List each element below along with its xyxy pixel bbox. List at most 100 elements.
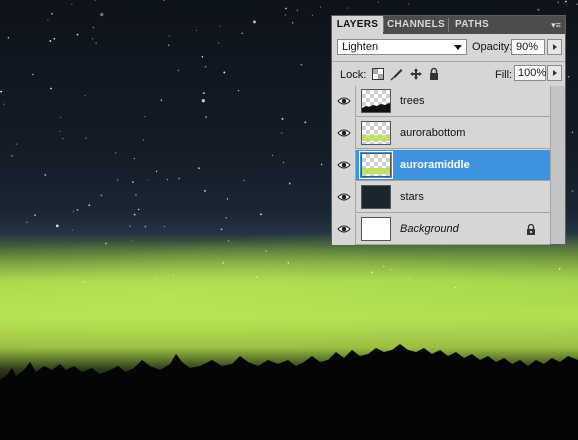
- star: [237, 89, 240, 92]
- star: [371, 271, 373, 274]
- star: [95, 42, 97, 44]
- star: [76, 33, 79, 36]
- layer-name: trees: [400, 95, 425, 107]
- star: [558, 267, 561, 270]
- star: [557, 1, 559, 4]
- layer-row-trees[interactable]: trees: [332, 86, 550, 117]
- opacity-label: Opacity:: [472, 41, 513, 53]
- star: [227, 240, 230, 242]
- layer-row-aurorabottom[interactable]: aurorabottom: [332, 118, 550, 149]
- layer-thumbnail: [361, 121, 391, 145]
- lock-all-icon[interactable]: [427, 67, 441, 81]
- layer-visibility-toggle[interactable]: [332, 214, 356, 245]
- star: [15, 143, 18, 145]
- star: [51, 12, 53, 15]
- star: [76, 208, 79, 211]
- star: [132, 240, 134, 242]
- star: [133, 213, 136, 216]
- star: [241, 32, 244, 35]
- star: [71, 229, 73, 231]
- star: [142, 139, 144, 141]
- star: [256, 276, 258, 278]
- star: [84, 94, 86, 97]
- star: [408, 3, 410, 5]
- tab-layers[interactable]: LAYERS: [332, 16, 383, 34]
- layer-visibility-toggle[interactable]: [332, 150, 356, 181]
- star: [320, 163, 323, 166]
- star: [49, 40, 52, 42]
- layer-list-scrollbar[interactable]: [550, 86, 565, 244]
- star: [565, 0, 567, 3]
- star: [47, 19, 49, 21]
- chevron-down-icon: [454, 45, 462, 50]
- star: [147, 179, 149, 181]
- panel-tab-bar: LAYERS CHANNELS PATHS ▾≡: [332, 16, 565, 34]
- tab-channels[interactable]: CHANNELS: [384, 16, 448, 34]
- star: [168, 35, 170, 37]
- star: [201, 56, 204, 58]
- star: [178, 177, 180, 180]
- star: [85, 137, 87, 139]
- layer-thumbnail: [361, 217, 391, 241]
- star: [26, 221, 28, 224]
- star: [319, 6, 322, 8]
- star: [163, 226, 165, 228]
- star: [131, 181, 134, 184]
- layer-name: stars: [400, 191, 424, 203]
- layer-name: Background: [400, 223, 459, 235]
- star: [571, 190, 574, 192]
- star: [105, 242, 107, 245]
- star: [129, 225, 131, 227]
- opacity-slider-button[interactable]: [547, 39, 562, 55]
- eye-icon: [337, 225, 351, 233]
- star: [204, 65, 207, 68]
- star: [201, 99, 205, 103]
- star: [217, 42, 220, 44]
- star: [72, 210, 75, 212]
- star: [155, 170, 158, 173]
- star: [280, 132, 283, 134]
- star: [11, 154, 14, 157]
- layer-visibility-toggle[interactable]: [332, 182, 356, 213]
- layer-name: aurorabottom: [400, 127, 466, 139]
- star: [202, 92, 205, 95]
- blend-mode-select[interactable]: Lighten: [337, 39, 467, 55]
- lock-icon: [527, 224, 535, 235]
- opacity-input[interactable]: 90%: [511, 39, 545, 55]
- star: [53, 37, 56, 40]
- layer-row-background[interactable]: Background: [332, 214, 550, 245]
- eye-icon: [337, 161, 351, 169]
- layer-row-stars[interactable]: stars: [332, 182, 550, 213]
- layer-visibility-toggle[interactable]: [332, 118, 356, 149]
- tab-paths[interactable]: PATHS: [449, 16, 495, 34]
- fill-slider-button[interactable]: [547, 65, 562, 81]
- star: [71, 3, 73, 5]
- star: [59, 130, 61, 133]
- layer-visibility-toggle[interactable]: [332, 86, 356, 117]
- star: [138, 208, 140, 211]
- blend-mode-value: Lighten: [342, 41, 379, 53]
- layer-options: Lighten Opacity: 90% Lock: Fill: 100%: [332, 34, 565, 91]
- star: [304, 121, 307, 124]
- star: [454, 286, 456, 289]
- lock-transparent-pixels-icon[interactable]: [371, 67, 385, 81]
- eye-icon: [337, 193, 351, 201]
- star: [288, 182, 291, 185]
- star: [571, 131, 574, 134]
- star: [50, 87, 52, 90]
- star: [409, 278, 411, 280]
- star: [100, 194, 103, 197]
- star: [135, 194, 137, 196]
- lock-image-pixels-icon[interactable]: [390, 67, 404, 81]
- panel-menu-icon[interactable]: ▾≡: [548, 17, 564, 33]
- star: [287, 262, 290, 264]
- star: [83, 281, 86, 283]
- star: [265, 250, 267, 252]
- star: [300, 63, 303, 66]
- lock-position-icon[interactable]: [409, 67, 423, 81]
- star: [3, 103, 5, 106]
- star: [223, 71, 226, 74]
- lock-label: Lock:: [340, 69, 367, 81]
- fill-input[interactable]: 100%: [514, 65, 546, 81]
- layer-row-auroramiddle[interactable]: auroramiddle: [332, 150, 550, 181]
